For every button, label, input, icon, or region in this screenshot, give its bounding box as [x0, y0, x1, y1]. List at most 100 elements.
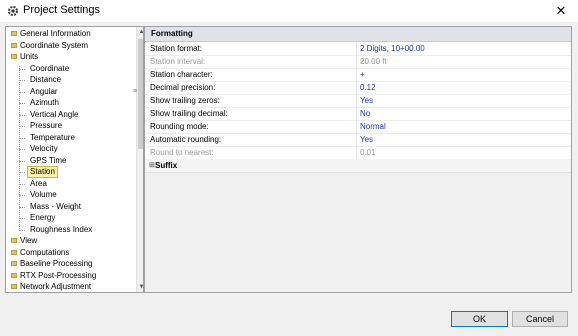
property-value[interactable]: Normal: [360, 122, 386, 131]
folder-icon: [11, 54, 17, 59]
property-name: Rounding mode:: [150, 122, 209, 131]
tree-item-label: Vertical Angle: [30, 109, 79, 119]
property-row-station-format[interactable]: Station format: 2 Digits, 10+00.00: [145, 42, 571, 56]
tree-item-label: Coordinate: [30, 63, 70, 73]
property-row-show-trailing-decimal[interactable]: Show trailing decimal: No: [145, 107, 571, 121]
tree-connector: [19, 103, 25, 104]
folder-icon: [11, 42, 17, 48]
tree-connector: [19, 91, 25, 93]
close-button[interactable]: ✕: [550, 2, 572, 20]
column-divider: [356, 94, 357, 107]
tree-item-label: Angular: [30, 86, 58, 96]
tree-item-label: Computations: [20, 247, 70, 257]
folder-icon: [11, 249, 17, 255]
property-name: Station format:: [150, 44, 203, 53]
section-header-formatting[interactable]: Formatting: [145, 27, 571, 42]
tree-connector: [19, 195, 25, 196]
property-value[interactable]: Yes: [360, 135, 373, 144]
expand-icon[interactable]: ⊞: [149, 161, 155, 169]
title-bar: Project Settings ✕: [0, 0, 578, 22]
tree-item-label: Roughness Index: [30, 224, 93, 234]
tree-item-label: Network Adjustment: [20, 282, 92, 291]
tree-item-label: Coordinate System: [20, 40, 89, 50]
tree-connector: [19, 172, 25, 173]
property-grid: Formatting Station format: 2 Digits, 10+…: [144, 26, 572, 293]
folder-icon: [11, 261, 17, 266]
tree-item-label: Distance: [30, 75, 62, 84]
ok-button[interactable]: OK: [451, 311, 508, 327]
tree-connector: [19, 80, 25, 81]
tree-scrollbar[interactable]: ▲ ▼: [136, 27, 143, 292]
tree-item-label: Units: [20, 52, 39, 61]
tree-item-label: Baseline Processing: [20, 259, 93, 268]
property-value: 0.01: [360, 148, 376, 157]
tree-item-label: Mass - Weight: [30, 201, 81, 211]
tree-item-label: Energy: [30, 213, 56, 222]
column-divider: [356, 133, 357, 146]
tree-item-label: Velocity: [30, 144, 58, 153]
window-title: Project Settings: [23, 4, 101, 16]
tree-item-label: Temperature: [30, 132, 75, 142]
folder-icon: [11, 238, 17, 243]
tree-connector: [19, 149, 25, 150]
property-name: Show trailing zeros:: [150, 96, 220, 105]
gear-icon: [8, 6, 18, 16]
column-divider: [356, 42, 357, 55]
column-divider: [356, 68, 357, 81]
tree-connector: [19, 160, 25, 162]
property-name: Station character:: [150, 70, 213, 79]
property-value[interactable]: 0.12: [360, 83, 376, 92]
property-row-station-interval: Station interval: 20.00 ft: [145, 55, 571, 69]
property-value: 20.00 ft: [360, 57, 387, 66]
property-value[interactable]: 2 Digits, 10+00.00: [360, 44, 425, 53]
property-row-decimal-precision[interactable]: Decimal precision: 0.12: [145, 81, 571, 95]
column-divider: [356, 120, 357, 133]
property-name: Decimal precision:: [150, 83, 216, 92]
column-divider: [356, 146, 357, 159]
grid-empty-area: [145, 173, 571, 292]
property-row-rounding-mode[interactable]: Rounding mode: Normal: [145, 120, 571, 134]
section-header-suffix[interactable]: ⊞ Suffix: [145, 159, 571, 173]
property-row-automatic-rounding[interactable]: Automatic rounding: Yes: [145, 133, 571, 147]
tree-connector: [19, 218, 25, 219]
section-title: Formatting: [151, 29, 193, 38]
section-title: Suffix: [155, 161, 178, 170]
column-divider: [356, 107, 357, 120]
close-icon: ✕: [555, 3, 567, 18]
tree-connector: [19, 114, 25, 116]
splitter-grip-icon[interactable]: ≡: [133, 88, 137, 95]
property-name: Show trailing decimal:: [150, 109, 228, 118]
folder-icon: [11, 272, 17, 278]
tree-item-label: View: [20, 236, 38, 245]
property-name: Station interval:: [150, 57, 206, 66]
tree-item-label: General Information: [20, 29, 91, 38]
tree-item-label: Area: [30, 178, 47, 188]
tree-connector: [19, 68, 25, 70]
tree-connector: [19, 126, 25, 127]
property-row-station-character[interactable]: Station character: +: [145, 68, 571, 82]
property-name: Round to nearest:: [150, 148, 214, 157]
tree-item-label: Azimuth: [30, 98, 59, 107]
tree-item-label: RTX Post-Processing: [20, 270, 97, 280]
tree-connector: [19, 137, 25, 139]
property-row-show-trailing-zeros[interactable]: Show trailing zeros: Yes: [145, 94, 571, 108]
property-value[interactable]: No: [360, 109, 370, 118]
property-name: Automatic rounding:: [150, 135, 222, 144]
cancel-button[interactable]: Cancel: [512, 311, 568, 327]
scroll-up-arrow-icon[interactable]: ▲: [137, 27, 143, 37]
column-divider: [356, 55, 357, 68]
scroll-down-arrow-icon[interactable]: ▼: [137, 282, 143, 292]
settings-tree: General Information Coordinate System Un…: [5, 26, 144, 293]
tree-item-label: Pressure: [30, 121, 63, 130]
tree-item-label: Volume: [30, 190, 57, 199]
folder-icon: [11, 284, 17, 289]
tree-connector: [19, 183, 25, 185]
tree-item-label: GPS Time: [30, 155, 67, 165]
tree-item-label-selected: Station: [27, 166, 58, 178]
property-row-round-to-nearest: Round to nearest: 0.01: [145, 146, 571, 160]
folder-icon: [11, 31, 17, 36]
column-divider: [356, 81, 357, 94]
tree-connector: [19, 206, 25, 208]
property-value[interactable]: Yes: [360, 96, 373, 105]
property-value[interactable]: +: [360, 70, 365, 79]
